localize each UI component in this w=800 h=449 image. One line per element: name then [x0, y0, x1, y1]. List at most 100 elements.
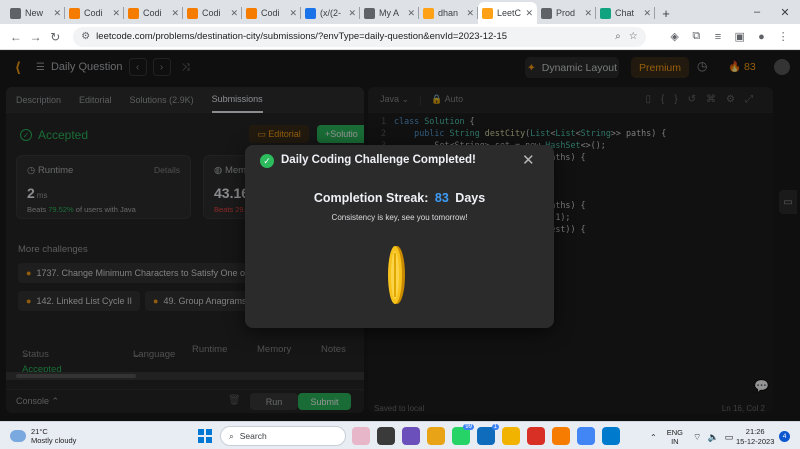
notification-badge[interactable]: 4: [779, 431, 790, 442]
extension-icon[interactable]: ◈: [664, 30, 686, 43]
close-window-button[interactable]: ✕: [770, 0, 800, 24]
tab-favicon-icon: [246, 7, 257, 19]
sublime-icon[interactable]: [502, 427, 520, 445]
back-icon[interactable]: ←: [6, 30, 26, 44]
new-tab-button[interactable]: +: [655, 2, 677, 24]
url-field[interactable]: ⚙ leetcode.com/problems/destination-city…: [73, 26, 646, 47]
mail-badge: 1: [491, 424, 499, 430]
taskbar-search[interactable]: ⌕ Search: [220, 426, 346, 446]
browser-tab[interactable]: Prod ✕: [537, 2, 596, 24]
weather-widget[interactable]: 21°C Mostly cloudy: [10, 427, 76, 445]
widget-app-icon[interactable]: [352, 427, 370, 445]
browser-tab[interactable]: New ✕: [6, 2, 65, 24]
tab-favicon-icon: [423, 7, 434, 19]
browser-tab-strip: New ✕ Codi ✕ Codi ✕ Codi ✕ Codi ✕ (x/(2- ✕ My A ✕ dhan…: [0, 0, 800, 24]
tab-label: Codi: [202, 8, 221, 18]
tab-favicon-icon: [69, 7, 80, 19]
taskbar-apps: 99 1: [352, 424, 627, 445]
tab-favicon-icon: [364, 7, 375, 19]
tab-close-icon[interactable]: ✕: [407, 8, 415, 19]
lang-bottom: IN: [671, 437, 679, 446]
file-explorer-icon[interactable]: [427, 427, 445, 445]
date: 15-12-2023: [736, 437, 775, 446]
zoom-icon[interactable]: ⌕: [615, 31, 621, 42]
address-bar: ← → ↻ ⚙ leetcode.com/problems/destinatio…: [0, 24, 800, 50]
browser-tab[interactable]: Codi ✕: [124, 2, 183, 24]
browser-tab[interactable]: Chat ✕: [596, 2, 655, 24]
browser-tab[interactable]: (x/(2- ✕: [301, 2, 360, 24]
tab-favicon-icon: [600, 7, 611, 19]
mail-icon[interactable]: 1: [477, 424, 499, 445]
site-info-icon[interactable]: ⚙: [81, 31, 90, 42]
browser-tab[interactable]: dhan ✕: [419, 2, 478, 24]
tab-close-icon[interactable]: ✕: [525, 8, 533, 19]
browser-tab[interactable]: My A ✕: [360, 2, 419, 24]
brave-icon[interactable]: [552, 427, 570, 445]
lang-top: ENG: [666, 428, 683, 437]
tab-close-icon[interactable]: ✕: [230, 8, 238, 19]
tab-close-icon[interactable]: ✕: [112, 8, 120, 19]
tab-favicon-icon: [187, 7, 198, 19]
start-windows-icon[interactable]: [198, 429, 212, 443]
menu-icon[interactable]: ⋮: [772, 30, 794, 43]
tab-label: My A: [379, 8, 400, 18]
url-text: leetcode.com/problems/destination-city/s…: [96, 31, 508, 42]
browser-tab[interactable]: Codi ✕: [183, 2, 242, 24]
tab-favicon-icon: [541, 7, 552, 19]
language-indicator[interactable]: ENG IN: [667, 428, 683, 446]
extensions-puzzle-icon[interactable]: ⧉: [685, 30, 707, 43]
chevron-up-icon[interactable]: ⌃: [650, 433, 657, 442]
tab-close-icon[interactable]: ✕: [289, 8, 297, 19]
browser-tab[interactable]: Codi ✕: [242, 2, 301, 24]
whatsapp-badge: 99: [463, 424, 474, 430]
time: 21:26: [745, 427, 765, 436]
streak-label: Completion Streak:: [313, 191, 429, 205]
minimize-button[interactable]: –: [742, 0, 772, 24]
browser-tab[interactable]: LeetC ✕: [478, 2, 537, 24]
cloud-icon: [10, 430, 26, 442]
search-label: Search: [239, 431, 267, 441]
modal-title: Daily Coding Challenge Completed!: [281, 154, 476, 166]
wifi-icon[interactable]: ⌔: [693, 432, 701, 443]
forward-icon[interactable]: →: [26, 30, 46, 44]
task-view-icon[interactable]: [377, 427, 395, 445]
system-tray: ⌃ ENG IN ⌔ 🔈 ▭: [650, 428, 739, 446]
tab-label: LeetC: [497, 8, 522, 18]
temperature: 21°C: [31, 427, 48, 436]
tab-close-icon[interactable]: ✕: [348, 8, 356, 19]
tab-favicon-icon: [482, 7, 493, 19]
browser-tab[interactable]: Codi ✕: [65, 2, 124, 24]
windows-taskbar: 21°C Mostly cloudy ⌕ Search 99 1 ⌃ ENG IN …: [0, 421, 800, 449]
tab-close-icon[interactable]: ✕: [171, 8, 179, 19]
tab-label: dhan: [438, 8, 459, 18]
chrome-icon[interactable]: [577, 427, 595, 445]
tab-label: Codi: [261, 8, 280, 18]
reload-icon[interactable]: ↻: [45, 30, 65, 44]
tab-divider: [654, 7, 655, 19]
tab-favicon-icon: [128, 7, 139, 19]
modal-subtitle: Consistency is key, see you tomorrow!: [331, 213, 468, 222]
gold-coin-icon: [388, 246, 405, 304]
media-icon[interactable]: ≡: [707, 31, 729, 43]
tab-close-icon[interactable]: ✕: [584, 8, 592, 19]
profile-icon[interactable]: ●: [751, 31, 773, 43]
bookmark-star-icon[interactable]: ☆: [629, 31, 638, 42]
volume-icon[interactable]: 🔈: [707, 432, 718, 443]
sidepanel-icon[interactable]: ▣: [729, 30, 751, 43]
tab-label: Prod: [556, 8, 576, 18]
tab-label: (x/(2-: [320, 8, 341, 18]
completion-streak: Completion Streak: 83 Days: [245, 191, 554, 205]
clock[interactable]: 21:26 15-12-2023: [736, 427, 774, 447]
tab-close-icon[interactable]: ✕: [643, 8, 651, 19]
check-circle-icon: ✓: [260, 154, 274, 168]
vscode-icon[interactable]: [602, 427, 620, 445]
streak-value: 83: [434, 191, 449, 205]
tab-close-icon[interactable]: ✕: [466, 8, 474, 19]
close-icon[interactable]: ✕: [522, 151, 535, 169]
app-circle-icon[interactable]: [527, 427, 545, 445]
weather-text: 21°C Mostly cloudy: [31, 427, 76, 445]
battery-icon[interactable]: ▭: [725, 432, 734, 443]
teams-app-icon[interactable]: [402, 427, 420, 445]
tab-close-icon[interactable]: ✕: [53, 8, 61, 19]
whatsapp-icon[interactable]: 99: [452, 424, 474, 445]
